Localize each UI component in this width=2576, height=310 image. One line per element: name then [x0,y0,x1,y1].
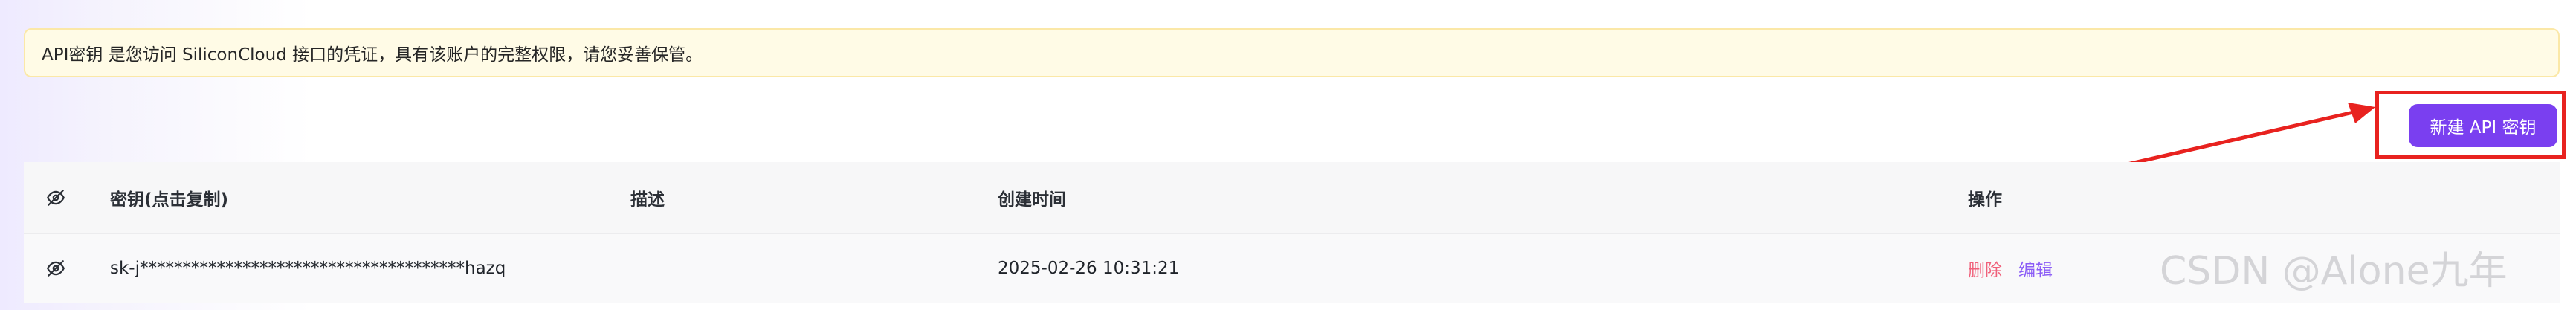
column-header-key: 密钥(点击复制) [110,190,229,210]
api-key-notice-text: API密钥 是您访问 SiliconCloud 接口的凭证，具有该账户的完整权限… [42,45,703,65]
column-header-created-at: 创建时间 [998,190,1066,210]
eye-off-icon[interactable] [46,259,65,278]
row-visibility-cell[interactable] [46,234,65,303]
column-header-description: 描述 [630,190,665,210]
edit-key-link[interactable]: 编辑 [2018,256,2053,281]
table-header-visibility-cell[interactable] [46,162,65,233]
csdn-watermark: CSDN @Alone九年 [2160,249,2508,294]
api-key-notice: API密钥 是您访问 SiliconCloud 接口的凭证，具有该账户的完整权限… [24,28,2560,77]
api-key-value[interactable]: sk-j************************************… [110,234,506,303]
table-header-row: 密钥(点击复制) 描述 创建时间 操作 [24,162,2560,234]
column-header-actions: 操作 [1968,190,2002,210]
eye-off-icon[interactable] [46,188,65,207]
api-key-actions: 删除 编辑 [1968,234,2053,303]
api-key-created-at: 2025-02-26 10:31:21 [998,259,1180,278]
annotation-highlight-box [2375,91,2566,159]
delete-key-link[interactable]: 删除 [1968,256,2002,281]
